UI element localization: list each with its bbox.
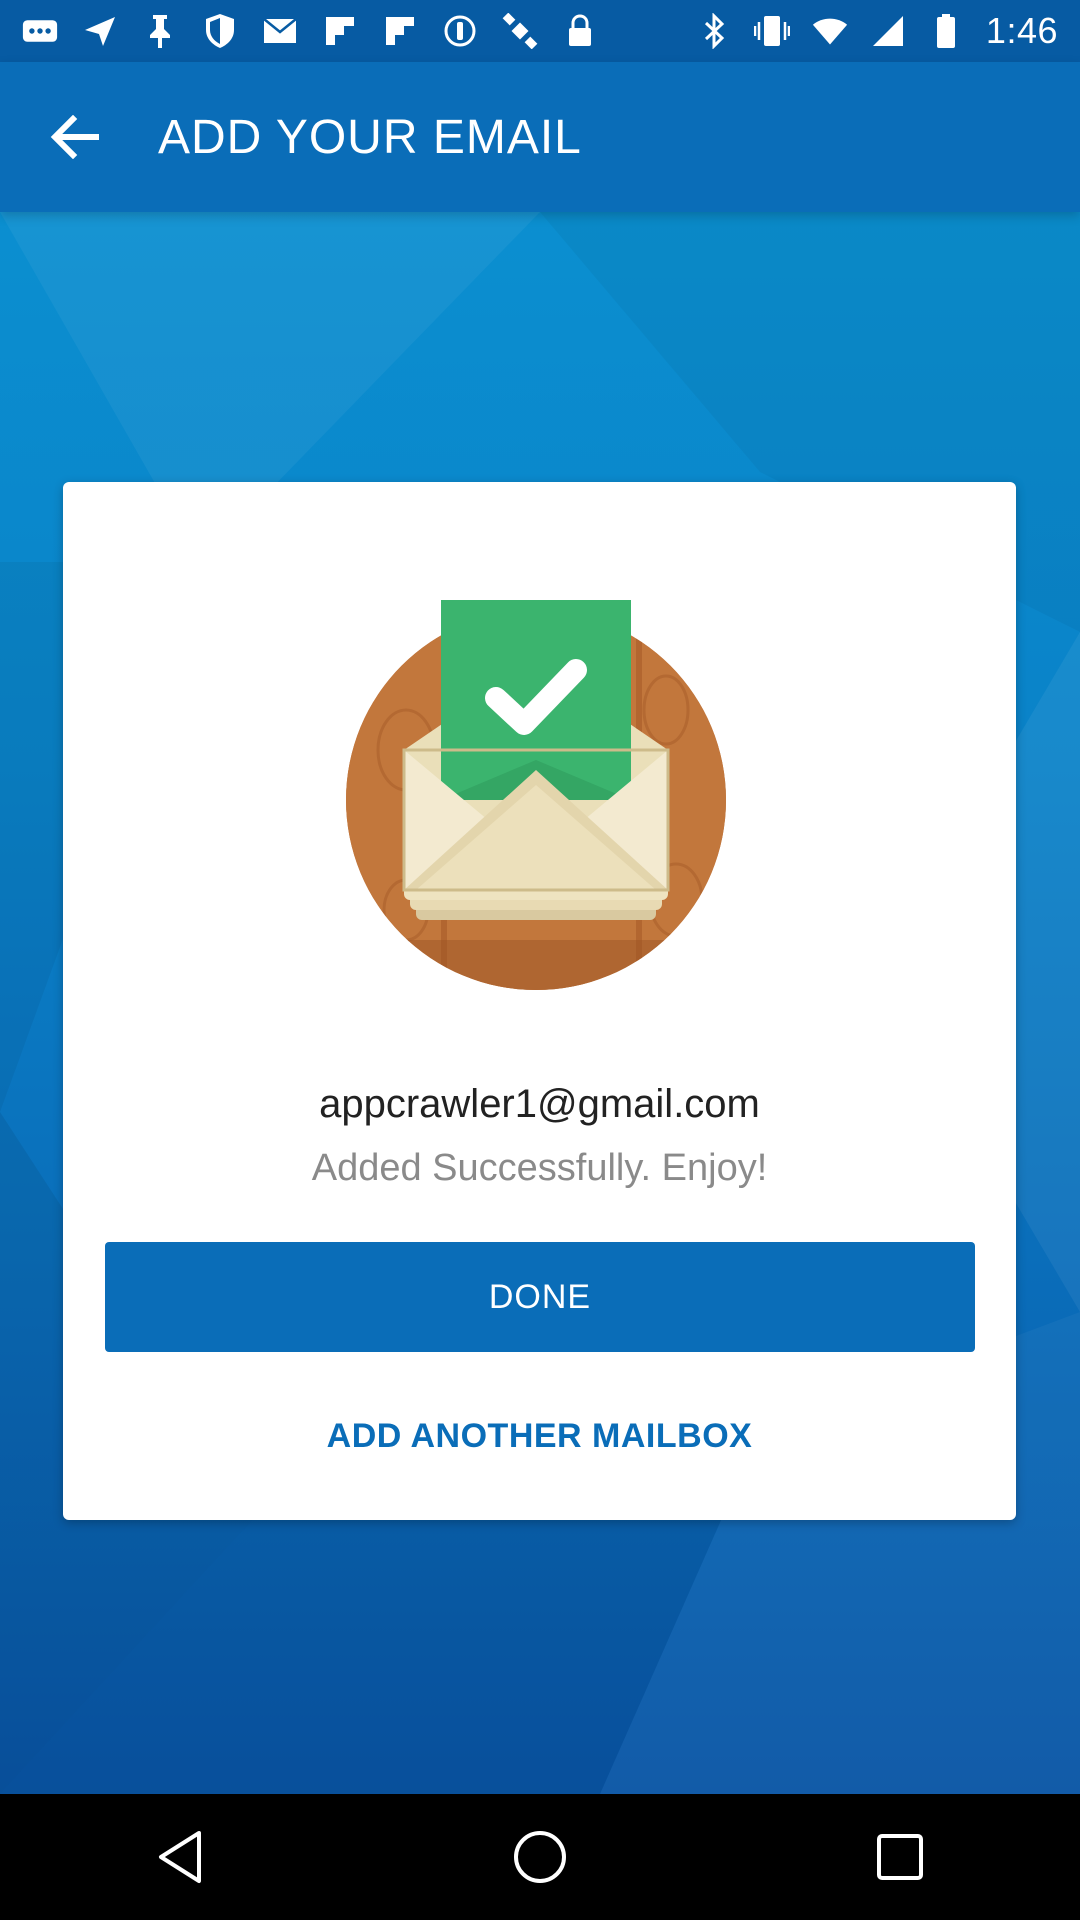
flipboard-icon (322, 13, 358, 49)
clock: 1:46 (985, 10, 1058, 51)
nav-home-button[interactable] (480, 1797, 600, 1917)
send-icon (82, 13, 118, 49)
signal-icon (870, 13, 906, 49)
pin-icon (142, 13, 178, 49)
shield-icon (202, 13, 238, 49)
nav-back-button[interactable] (120, 1797, 240, 1917)
back-button[interactable] (44, 109, 104, 165)
status-bar: 1:46 (0, 0, 1080, 62)
bluetooth-icon (696, 13, 732, 49)
back-arrow-icon (50, 115, 99, 159)
nav-recents-icon (877, 1834, 923, 1880)
battery-icon (928, 13, 964, 49)
envelope-check-icon (346, 600, 736, 990)
success-card: appcrawler1@gmail.com Added Successfully… (63, 482, 1016, 1520)
satellite-icon (502, 13, 538, 49)
page-title: ADD YOUR EMAIL (158, 111, 582, 164)
nav-home-icon (514, 1831, 566, 1883)
nav-back-icon (159, 1831, 201, 1883)
mail-icon (262, 13, 298, 49)
wifi-icon (812, 13, 848, 49)
more-icon (22, 13, 58, 49)
add-another-mailbox-button[interactable]: ADD ANOTHER MAILBOX (63, 1417, 1016, 1456)
system-icons: 1:46 (696, 8, 1058, 54)
flipboard-icon (382, 13, 418, 49)
nav-recents-button[interactable] (840, 1797, 960, 1917)
email-address: appcrawler1@gmail.com (319, 1082, 760, 1126)
lock-icon (562, 13, 598, 49)
success-message: Added Successfully. Enjoy! (311, 1147, 768, 1189)
navigation-bar (0, 1794, 1080, 1920)
vibrate-icon (753, 13, 790, 49)
done-button[interactable]: DONE (105, 1242, 975, 1352)
circle-info-icon (442, 13, 478, 49)
app-bar: ADD YOUR EMAIL (0, 62, 1080, 212)
notification-icons (22, 8, 598, 54)
